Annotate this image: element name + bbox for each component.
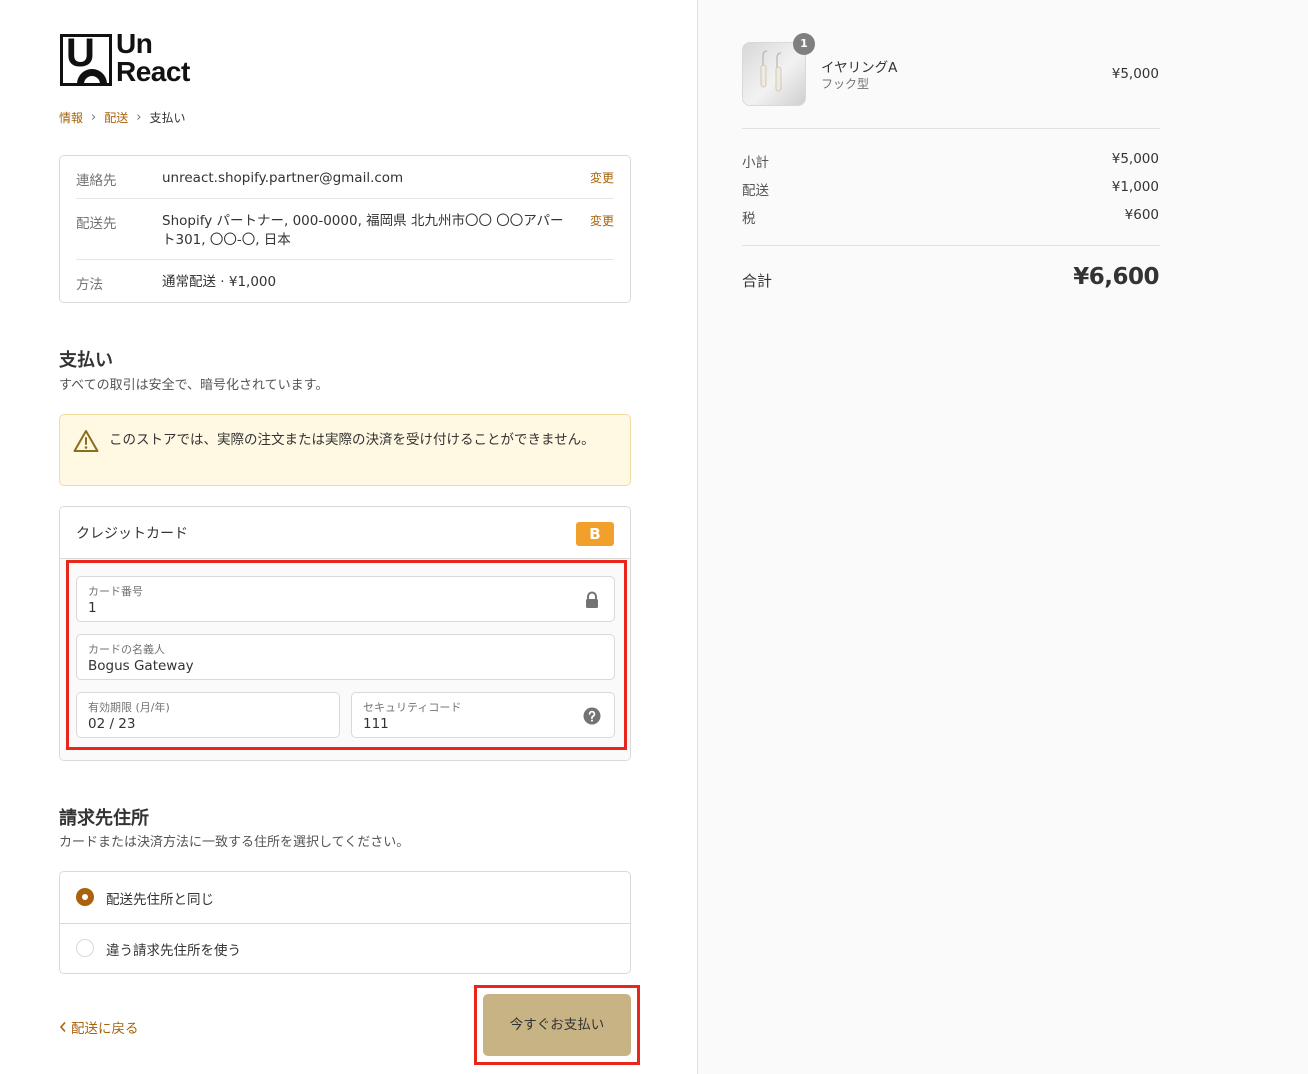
warning-text: このストアでは、実際の注文または実際の決済を受け付けることができません。 — [109, 432, 595, 448]
credit-card-box: クレジットカード B カード番号 1 カードの名義人 Bogus Gateway… — [59, 506, 631, 761]
divider — [742, 245, 1160, 246]
card-name-field[interactable]: カードの名義人 Bogus Gateway — [76, 634, 615, 680]
back-label: 配送に戻る — [71, 1021, 139, 1037]
credit-card-header[interactable]: クレジットカード B — [60, 507, 630, 559]
logo-line-1: Un — [116, 28, 153, 59]
logo-line-2: React — [116, 56, 190, 87]
subtotal-label: 小計 — [742, 155, 769, 171]
change-contact-link[interactable]: 変更 — [590, 169, 614, 186]
test-store-warning: このストアでは、実際の注文または実際の決済を受け付けることができません。 — [59, 414, 631, 486]
card-cvv-label: セキュリティコード — [363, 701, 462, 714]
contact-label: 連絡先 — [76, 173, 117, 189]
ship-label: 配送先 — [76, 216, 117, 232]
billing-different-label: 違う請求先住所を使う — [106, 943, 241, 959]
review-box: 連絡先 unreact.shopify.partner@gmail.com 変更… — [59, 155, 631, 303]
breadcrumb-shipping[interactable]: 配送 — [104, 109, 128, 126]
method-label: 方法 — [76, 277, 103, 293]
card-brand-icon: B — [576, 522, 614, 546]
total-value: ¥6,600 — [1073, 264, 1159, 290]
subtotal-value: ¥5,000 — [1111, 151, 1159, 167]
breadcrumb-payment: 支払い — [149, 111, 186, 125]
card-name-label: カードの名義人 — [88, 643, 165, 656]
card-cvv-field[interactable]: セキュリティコード 111 — [351, 692, 615, 738]
billing-option-different[interactable]: 違う請求先住所を使う — [60, 923, 630, 974]
product-name: イヤリングA — [821, 60, 898, 76]
shipping-value: ¥1,000 — [1111, 179, 1159, 195]
order-summary: 1 イヤリングA フック型 ¥5,000 小計 ¥5,000 配送 ¥1,000… — [697, 0, 1308, 1074]
method-value: 通常配送 · ¥1,000 — [162, 274, 277, 290]
checkout-main: U Un React 情報 › 配送 › 支払い 連絡先 unreact.sho… — [0, 0, 697, 1074]
back-to-shipping-link[interactable]: 配送に戻る — [59, 1017, 139, 1037]
card-cvv-value: 111 — [363, 716, 389, 732]
credit-card-fields: カード番号 1 カードの名義人 Bogus Gateway 有効期限 (月/年)… — [60, 559, 630, 760]
product-thumbnail: 1 — [742, 33, 815, 106]
payment-subtitle: すべての取引は安全で、暗号化されています。 — [59, 378, 329, 393]
breadcrumb: 情報 › 配送 › 支払い — [59, 109, 185, 126]
card-number-label: カード番号 — [88, 585, 143, 598]
divider — [742, 128, 1160, 129]
total-label: 合計 — [742, 272, 773, 290]
credit-card-label: クレジットカード — [76, 526, 188, 542]
shipping-label: 配送 — [742, 183, 769, 199]
breadcrumb-info[interactable]: 情報 — [59, 109, 83, 126]
divider — [76, 198, 614, 199]
contact-value: unreact.shopify.partner@gmail.com — [162, 170, 404, 186]
card-expiry-value: 02 / 23 — [88, 716, 136, 732]
logo-mark-icon: U — [60, 34, 112, 86]
ship-value: Shopify パートナー, 000-0000, 福岡県 北九州市〇〇 〇〇アパ… — [162, 213, 564, 248]
question-circle-icon[interactable] — [583, 707, 601, 725]
quantity-badge: 1 — [793, 33, 815, 55]
earring-image-icon — [743, 43, 805, 105]
card-expiry-label: 有効期限 (月/年) — [88, 701, 170, 714]
product-variant: フック型 — [821, 77, 870, 91]
card-number-field[interactable]: カード番号 1 — [76, 576, 615, 622]
pay-now-button[interactable]: 今すぐお支払い — [483, 994, 631, 1056]
billing-option-same[interactable]: 配送先住所と同じ — [60, 872, 630, 923]
lock-icon — [586, 591, 598, 608]
card-name-value: Bogus Gateway — [88, 658, 194, 674]
tax-value: ¥600 — [1124, 207, 1159, 223]
radio-same-checked[interactable] — [76, 888, 94, 906]
divider — [76, 259, 614, 260]
store-logo[interactable]: U Un React — [60, 30, 220, 90]
payment-title: 支払い — [59, 350, 113, 371]
billing-same-label: 配送先住所と同じ — [106, 892, 214, 908]
chevron-left-icon — [59, 1021, 66, 1033]
radio-different[interactable] — [76, 939, 94, 957]
billing-subtitle: カードまたは決済方法に一致する住所を選択してください。 — [59, 835, 410, 850]
tax-label: 税 — [742, 211, 756, 227]
billing-title: 請求先住所 — [59, 808, 149, 829]
billing-address-options: 配送先住所と同じ 違う請求先住所を使う — [59, 871, 631, 974]
card-number-value: 1 — [88, 600, 97, 616]
warning-icon — [73, 430, 99, 452]
card-expiry-field[interactable]: 有効期限 (月/年) 02 / 23 — [76, 692, 340, 738]
change-ship-link[interactable]: 変更 — [590, 212, 614, 229]
chevron-right-icon: › — [91, 110, 97, 125]
logo-text: Un React — [116, 30, 190, 86]
product-price: ¥5,000 — [1111, 66, 1159, 82]
chevron-right-icon: › — [136, 110, 142, 125]
